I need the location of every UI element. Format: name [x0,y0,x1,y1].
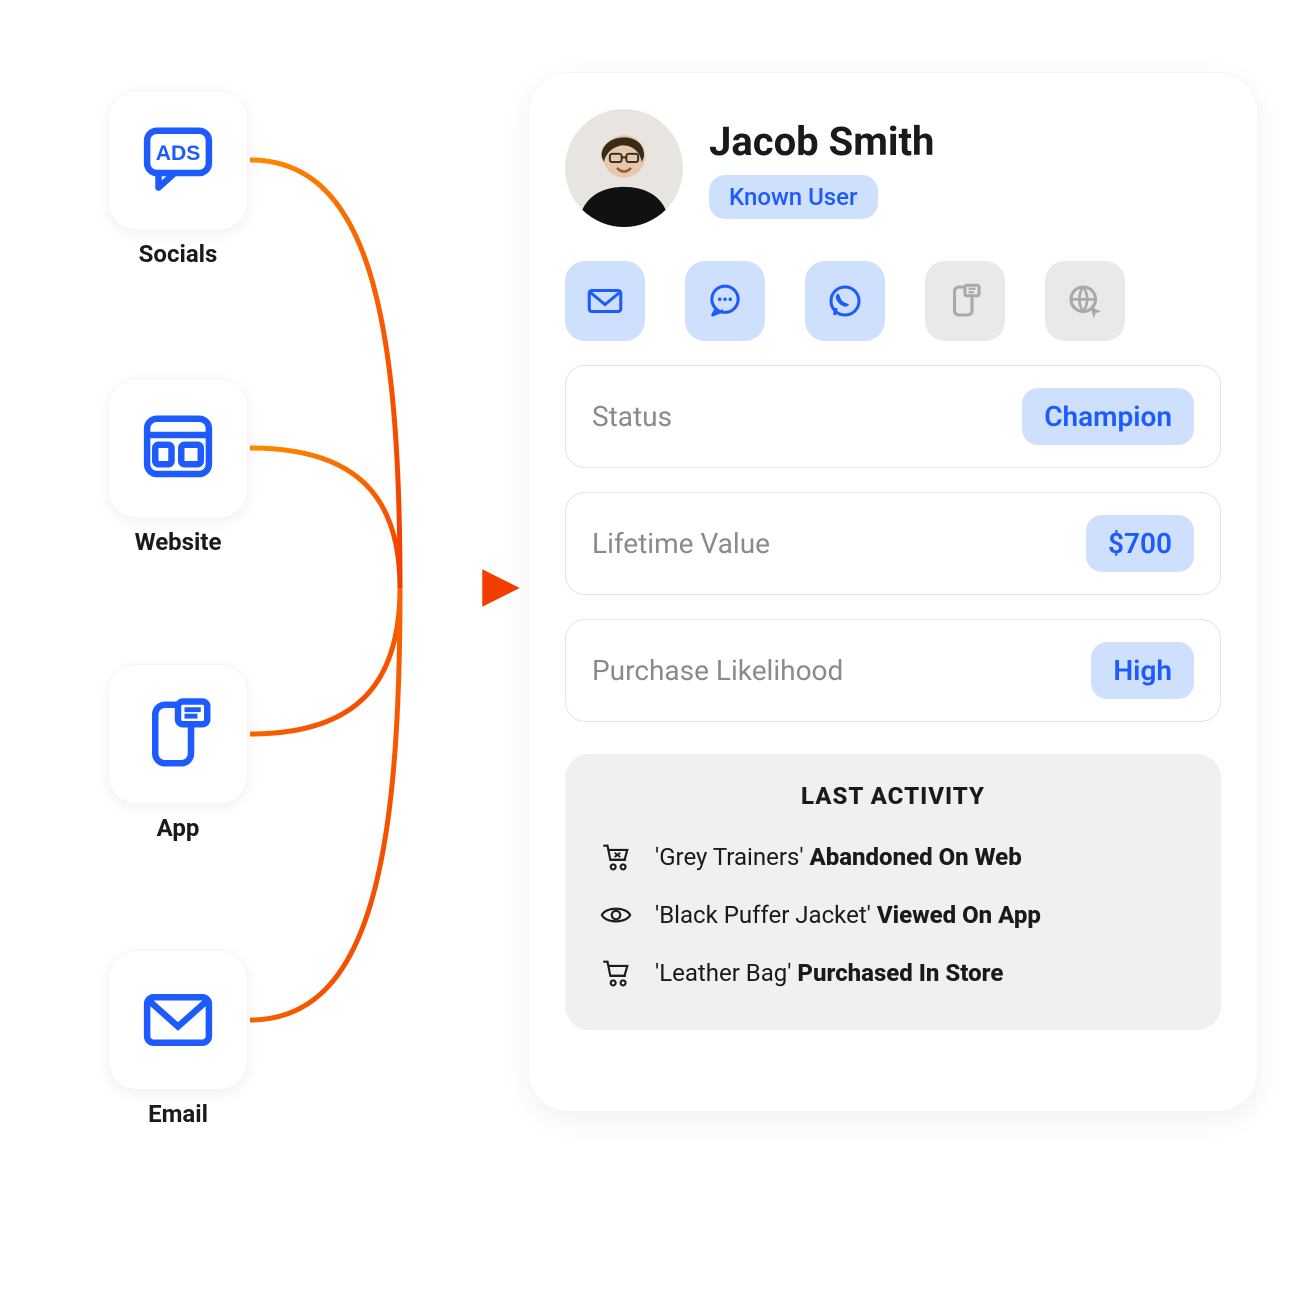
activity-product: 'Grey Trainers' [655,843,804,871]
channel-email[interactable] [565,261,645,341]
phone-message-icon [944,280,986,322]
source-app-label: App [98,814,258,842]
stat-status: Status Champion [565,365,1221,468]
channel-chat[interactable] [685,261,765,341]
activity-action: Abandoned On Web [810,843,1022,871]
mail-icon [584,280,626,322]
stat-ltv-value: $700 [1086,515,1194,572]
activity-row: 'Leather Bag' Purchased In Store [595,944,1191,1002]
source-website [108,378,248,518]
stat-status-value: Champion [1022,388,1194,445]
stat-purchase-label: Purchase Likelihood [592,654,843,687]
activity-panel: LAST ACTIVITY 'Grey Trainers' Abandoned … [565,754,1221,1030]
stat-ltv-label: Lifetime Value [592,527,770,560]
source-app [108,664,248,804]
activity-action: Viewed On App [877,901,1041,929]
eye-icon [599,898,633,932]
whatsapp-icon [824,280,866,322]
svg-text:ADS: ADS [156,142,201,165]
profile-header: Jacob Smith Known User [565,109,1221,227]
channel-web[interactable] [1045,261,1125,341]
cart-x-icon [599,840,633,874]
app-icon [139,695,217,773]
source-website-label: Website [98,528,258,556]
stat-purchase-value: High [1091,642,1194,699]
activity-row: 'Black Puffer Jacket' Viewed On App [595,886,1191,944]
activity-title: LAST ACTIVITY [595,782,1191,810]
stat-ltv: Lifetime Value $700 [565,492,1221,595]
activity-product: 'Leather Bag' [655,959,791,987]
channel-row [565,261,1221,341]
ads-icon: ADS [139,121,217,199]
stat-purchase: Purchase Likelihood High [565,619,1221,722]
email-icon [139,981,217,1059]
globe-cursor-icon [1064,280,1106,322]
source-email [108,950,248,1090]
stats-list: Status Champion Lifetime Value $700 Purc… [565,365,1221,722]
website-icon [139,409,217,487]
profile-name: Jacob Smith [709,118,934,165]
activity-action: Purchased In Store [797,959,1003,987]
avatar [565,109,683,227]
chat-icon [704,280,746,322]
source-email-label: Email [98,1100,258,1128]
activity-row: 'Grey Trainers' Abandoned On Web [595,828,1191,886]
channel-whatsapp[interactable] [805,261,885,341]
diagram-stage: ADS Socials Website App Email [0,0,1312,1312]
channel-sms[interactable] [925,261,1005,341]
source-socials-label: Socials [98,240,258,268]
profile-card: Jacob Smith Known User Status [528,72,1258,1112]
activity-product: 'Black Puffer Jacket' [655,901,871,929]
profile-badge: Known User [709,175,878,219]
avatar-image [565,109,683,227]
cart-icon [599,956,633,990]
stat-status-label: Status [592,400,672,433]
source-socials: ADS [108,90,248,230]
